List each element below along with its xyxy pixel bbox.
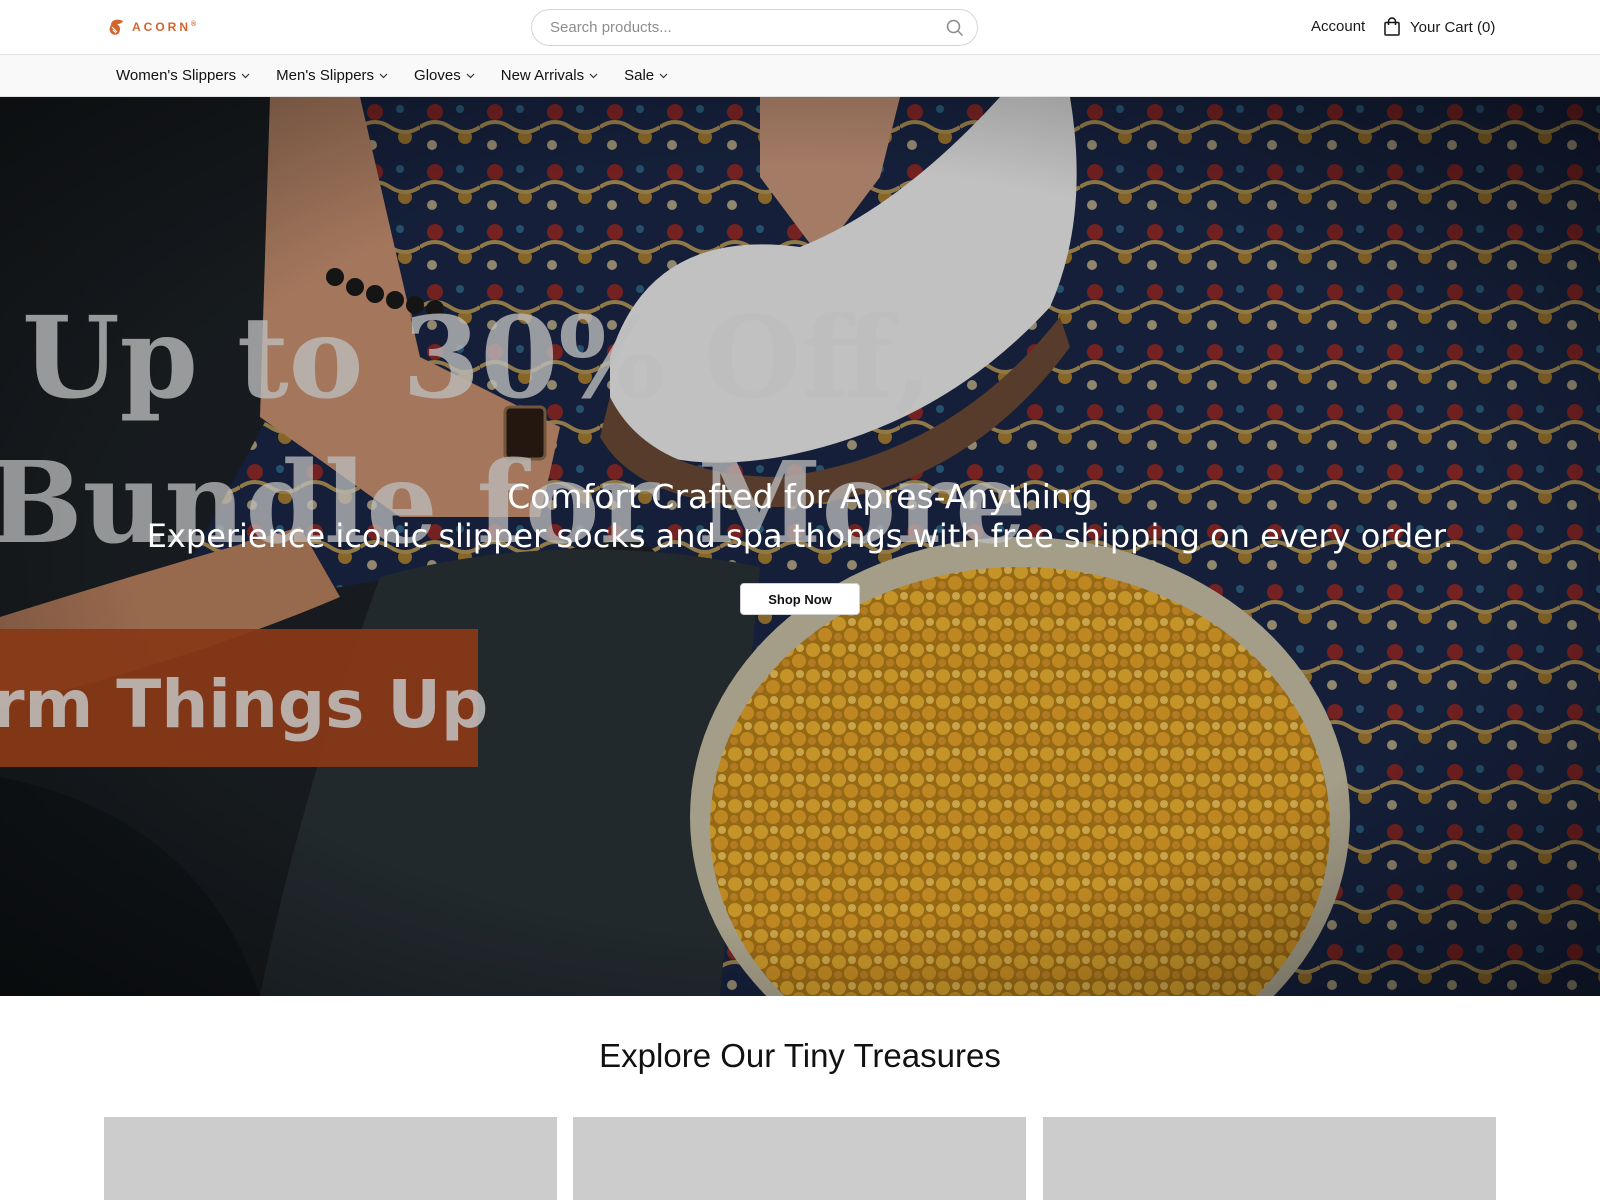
- nav-item-label: Women's Slippers: [116, 67, 237, 84]
- search-icon[interactable]: [945, 18, 965, 38]
- nav-item-new-arrivals[interactable]: New Arrivals: [501, 67, 598, 84]
- nav-item-label: Men's Slippers: [276, 67, 375, 84]
- hero-title: Comfort Crafted for Apres-Anything: [507, 477, 1093, 516]
- acorn-logo[interactable]: ACORN®: [108, 16, 196, 38]
- acorn-logo-icon: [109, 19, 123, 35]
- shopping-bag-icon: [1384, 17, 1402, 37]
- shop-now-button[interactable]: Shop Now: [740, 583, 860, 615]
- product-card-3[interactable]: [1043, 1117, 1496, 1200]
- product-card-1[interactable]: [104, 1117, 557, 1200]
- cart-link[interactable]: Your Cart (0): [1384, 16, 1495, 38]
- category-nav: Women's Slippers Men's Slippers Gloves N…: [0, 55, 1600, 97]
- chevron-down-icon: [589, 73, 598, 79]
- nav-item-label: New Arrivals: [500, 67, 585, 84]
- section-title: Explore Our Tiny Treasures: [599, 1037, 1001, 1074]
- search-bar: [531, 9, 978, 46]
- nav-item-gloves[interactable]: Gloves: [414, 67, 475, 84]
- site-header: ACORN® Account Your Cart (0): [0, 0, 1600, 55]
- cart-label: Your Cart (0): [1410, 18, 1496, 36]
- logo-wordmark: ACORN®: [132, 20, 197, 34]
- hero-subtitle: Experience iconic slipper socks and spa …: [146, 517, 1454, 555]
- chevron-down-icon: [379, 73, 388, 79]
- product-card-2[interactable]: [573, 1117, 1026, 1200]
- hero-banner: Up to 30% Off, Bundle for More rm Things…: [0, 97, 1600, 996]
- nav-item-sale[interactable]: Sale: [624, 67, 668, 84]
- chevron-down-icon: [241, 73, 250, 79]
- chevron-down-icon: [659, 73, 668, 79]
- account-link[interactable]: Account: [1311, 18, 1365, 35]
- nav-item-mens-slippers[interactable]: Men's Slippers: [276, 67, 388, 84]
- chevron-down-icon: [466, 73, 475, 79]
- nav-item-label: Sale: [624, 67, 655, 84]
- search-input[interactable]: [548, 18, 945, 37]
- nav-item-womens-slippers[interactable]: Women's Slippers: [116, 67, 250, 84]
- nav-item-label: Gloves: [414, 67, 461, 84]
